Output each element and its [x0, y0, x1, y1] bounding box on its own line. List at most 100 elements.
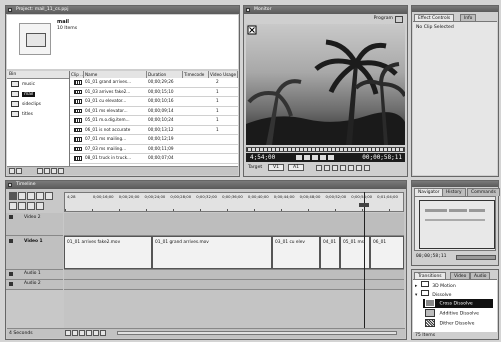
table-row[interactable]: 03_01 cu elevator... 00;00;10;16 1: [70, 97, 238, 107]
zoom-tool-icon[interactable]: [36, 202, 44, 210]
link-tool-icon[interactable]: [27, 202, 35, 210]
folder-3d-motion[interactable]: ▸ 3D Motion: [415, 281, 456, 289]
toggle-snap-button[interactable]: [72, 330, 78, 336]
nav-viewport-box[interactable]: [419, 200, 495, 249]
navigator-view[interactable]: [414, 196, 496, 251]
delete-icon[interactable]: [58, 168, 64, 174]
ffwd-icon[interactable]: [320, 155, 326, 160]
track-audio1-header[interactable]: Audio 1: [6, 270, 63, 280]
extract-button[interactable]: [340, 165, 346, 171]
toggle-shift-button[interactable]: [79, 330, 85, 336]
tab-commands[interactable]: Commands: [467, 188, 500, 196]
stop-icon[interactable]: [312, 155, 318, 160]
list-view-button[interactable]: [9, 168, 15, 174]
mark-out-button[interactable]: [324, 165, 330, 171]
transition-cross-dissolve[interactable]: Cross Dissolve: [423, 299, 493, 308]
find-button[interactable]: [51, 168, 57, 174]
time-ruler[interactable]: 4;28 0;00;16;00 0;00;20;00 0;00;24;00 0;00;2…: [64, 192, 404, 212]
clip-05-ms[interactable]: 05_01 ms: [340, 236, 370, 269]
playhead[interactable]: [364, 192, 365, 328]
speaker-icon[interactable]: [9, 272, 13, 276]
track-video2-header[interactable]: Video 2: [6, 213, 63, 236]
table-row[interactable]: 01_01 grand arrives... 00;00;29;26 2: [70, 78, 238, 88]
range-tool-icon[interactable]: [18, 192, 26, 200]
tab-navigator[interactable]: Navigator: [414, 188, 444, 196]
transition-dither-dissolve[interactable]: Dither Dissolve: [423, 319, 493, 328]
col-name[interactable]: Name: [84, 71, 147, 78]
track-audio2-header[interactable]: Audio 2: [6, 280, 63, 290]
target-video-select[interactable]: V1: [268, 164, 285, 171]
mark-in-button[interactable]: [316, 165, 322, 171]
edit-button[interactable]: [356, 165, 362, 171]
bin-sideclips[interactable]: sideclips: [11, 100, 41, 109]
navigator-titlebar[interactable]: [412, 181, 498, 187]
speaker-icon[interactable]: [9, 282, 13, 286]
bin-mail[interactable]: mail: [11, 90, 36, 99]
table-row[interactable]: 06_01 is not accurate 00;00;13;12 1: [70, 126, 238, 135]
table-row[interactable]: 07_01 ms mailing... 00;00;12;19: [70, 135, 238, 145]
table-row[interactable]: 05_01 m.o.dig.item... 00;00;10;24 1: [70, 116, 238, 126]
clip-03-cu-elev[interactable]: 03_01 cu elev: [272, 236, 320, 269]
monitor-titlebar[interactable]: Monitor: [244, 6, 407, 14]
timecode-right[interactable]: 00;00;58;11: [362, 154, 402, 161]
bin-titles[interactable]: titles: [11, 110, 33, 119]
track-video1[interactable]: 01_01 arrives fake2.mov 01_01 grand arri…: [64, 236, 404, 270]
timecode-left[interactable]: 4;54;00: [250, 154, 275, 161]
ripple-tool-icon[interactable]: [27, 192, 35, 200]
eye-icon[interactable]: [9, 239, 13, 243]
track-audio1[interactable]: [64, 270, 404, 280]
tab-history[interactable]: History: [442, 188, 466, 196]
track-video1-header[interactable]: Video 1: [6, 236, 63, 270]
new-bin-button[interactable]: [37, 168, 43, 174]
lift-button[interactable]: [332, 165, 338, 171]
rewind-icon[interactable]: [296, 155, 302, 160]
clip-01-grand-arrives[interactable]: 01_01 grand arrives.mov: [152, 236, 272, 269]
track-audio2[interactable]: [64, 280, 404, 290]
col-timecode[interactable]: Timecode: [183, 71, 209, 78]
horizontal-scrollbar[interactable]: [117, 331, 397, 335]
folder-dissolve[interactable]: ▾ Dissolve: [415, 290, 451, 298]
navigator-zoom-slider[interactable]: [456, 255, 496, 260]
close-icon[interactable]: [8, 8, 12, 12]
clip-01-arrives-fake2[interactable]: 01_01 arrives fake2.mov: [64, 236, 152, 269]
project-titlebar[interactable]: Project: mail_11_cs.ppj: [6, 6, 239, 14]
selection-tool-icon[interactable]: [9, 192, 17, 200]
clip-04[interactable]: 04_01: [320, 236, 340, 269]
work-area-marker[interactable]: [359, 203, 369, 207]
close-icon[interactable]: [8, 183, 12, 187]
timeline-titlebar[interactable]: Timeline: [6, 181, 406, 189]
razor-tool-icon[interactable]: [36, 192, 44, 200]
trim-button[interactable]: [348, 165, 354, 171]
effect-controls-titlebar[interactable]: [412, 6, 498, 12]
zoom-level[interactable]: 4 Seconds: [9, 331, 33, 336]
col-clip[interactable]: Clip ..: [70, 71, 84, 78]
table-row[interactable]: 04_01 ms elevator... 00;00;09;14 1: [70, 107, 238, 116]
col-duration[interactable]: Duration: [147, 71, 183, 78]
table-row[interactable]: 08_01 truck in truck... 00;00;07;04: [70, 154, 238, 164]
toggle-sync-button[interactable]: [93, 330, 99, 336]
col-video-usage[interactable]: Video Usage: [209, 71, 238, 78]
step-button[interactable]: [364, 165, 370, 171]
icon-view-button[interactable]: [16, 168, 22, 174]
bin-music[interactable]: music: [11, 80, 35, 89]
monitor-menu-icon[interactable]: [395, 16, 403, 23]
table-row[interactable]: 01_03 arrives fake2... 00;00;15;10 1: [70, 88, 238, 97]
navigator-timecode[interactable]: 00;00;58;11: [416, 254, 446, 259]
new-item-button[interactable]: [44, 168, 50, 174]
clip-06[interactable]: 06_01: [370, 236, 404, 269]
play-icon[interactable]: [304, 155, 310, 160]
target-audio-select[interactable]: A1: [288, 164, 305, 171]
eye-icon[interactable]: [9, 215, 13, 219]
transition-additive-dissolve[interactable]: Additive Dissolve: [423, 309, 493, 318]
toggle-edges-button[interactable]: [86, 330, 92, 336]
track-format-button[interactable]: [65, 330, 71, 336]
loop-icon[interactable]: [328, 155, 334, 160]
fade-tool-icon[interactable]: [9, 202, 17, 210]
monitor-scrubber[interactable]: [246, 147, 405, 152]
toggle-monitor-button[interactable]: [100, 330, 106, 336]
table-row[interactable]: 07_03 ms mailing... 00;00;11;09: [70, 145, 238, 154]
track-video2[interactable]: [64, 213, 404, 236]
close-icon[interactable]: [246, 8, 250, 12]
hand-tool-icon[interactable]: [45, 192, 53, 200]
in-out-tool-icon[interactable]: [18, 202, 26, 210]
